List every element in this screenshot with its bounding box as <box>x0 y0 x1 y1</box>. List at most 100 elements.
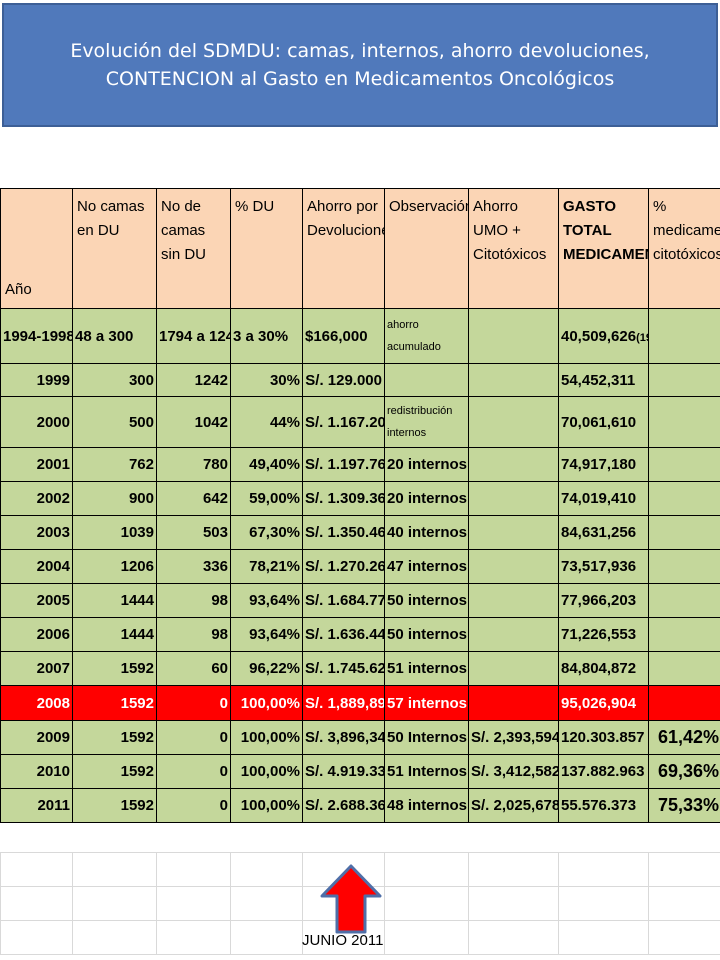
cell-observacion: 20 internos <box>384 481 469 516</box>
cell-ahorro: S/. 1.167.207 <box>302 396 385 448</box>
cell-pct-cito: 69,36% <box>648 754 720 789</box>
gasto-value: 40,509,626 <box>561 327 637 345</box>
cell-gasto: 73,517,936 <box>558 549 649 584</box>
cell-pct-du: 30% <box>230 363 303 397</box>
title-banner: Evolución del SDMDU: camas, internos, ah… <box>2 3 718 127</box>
cell-ahorro-umo <box>468 685 559 721</box>
cell-ahorro-umo <box>468 447 559 482</box>
table-row: 200176278049,40%S/. 1.197.76820 internos… <box>0 447 720 482</box>
cell-anio: 2006 <box>0 617 73 652</box>
cell-camas-sin-du: 98 <box>156 583 231 618</box>
cell-pct-cito <box>648 481 720 516</box>
cell-anio: 2004 <box>0 549 73 584</box>
gasto-value: 71,226,553 <box>561 626 637 643</box>
cell-gasto: 120.303.857 <box>558 720 649 755</box>
cell-pct-cito: 61,42% <box>648 720 720 755</box>
cell-ahorro-umo <box>468 651 559 686</box>
cell-pct-cito <box>648 685 720 721</box>
cell-camas-du: 900 <box>72 481 157 516</box>
cell-observacion: 47 internos <box>384 549 469 584</box>
cell-ahorro: S/. 1.684.774 <box>302 583 385 618</box>
cell-ahorro: S/. 4.919.336 <box>302 754 385 789</box>
header-camas-du: No camas en DU <box>72 188 157 309</box>
cell-pct-du: 67,30% <box>230 515 303 550</box>
cell-camas-sin-du: 0 <box>156 788 231 823</box>
gasto-value: 120.303.857 <box>561 729 645 746</box>
cell-ahorro-umo <box>468 396 559 448</box>
cell-camas-du: 1206 <box>72 549 157 584</box>
gasto-suffix: (1998) <box>636 331 647 344</box>
table-row: 201015920100,00%S/. 4.919.33651 Internos… <box>0 754 720 789</box>
cell-ahorro: S/. 1.309.369 <box>302 481 385 516</box>
gasto-value: 70,061,610 <box>561 413 637 431</box>
table-row: 200614449893,64%S/. 1.636.44250 internos… <box>0 617 720 652</box>
cell-anio: 1994-1998 <box>0 308 73 364</box>
title-line-2: CONTENCION al Gasto en Medicamentos Onco… <box>105 68 615 90</box>
cell-observacion: 40 internos <box>384 515 469 550</box>
cell-ahorro-umo <box>468 515 559 550</box>
cell-pct-du: 100,00% <box>230 685 303 721</box>
cell-anio: 2007 <box>0 651 73 686</box>
gasto-value: 54,452,311 <box>561 371 636 389</box>
cell-camas-sin-du: 780 <box>156 447 231 482</box>
cell-pct-cito <box>648 617 720 652</box>
cell-gasto: 77,966,203 <box>558 583 649 618</box>
cell-gasto: 54,452,311 <box>558 363 649 397</box>
cell-observacion: 51 Internos <box>384 754 469 789</box>
table-row: 2000500104244%S/. 1.167.207redistribució… <box>0 396 720 448</box>
up-arrow-icon <box>320 864 382 934</box>
cell-pct-du: 78,21% <box>230 549 303 584</box>
gasto-value: 95,026,904 <box>561 694 637 712</box>
cell-camas-du: 1444 <box>72 617 157 652</box>
header-anio: Año <box>0 188 73 309</box>
table-row: 1994-199848 a 3001794 a 12423 a 30%$166,… <box>0 308 720 364</box>
cell-camas-sin-du: 503 <box>156 515 231 550</box>
table-row: 200290064259,00%S/. 1.309.36920 internos… <box>0 481 720 516</box>
cell-pct-du: 100,00% <box>230 720 303 755</box>
gasto-value: 77,966,203 <box>561 592 637 609</box>
cell-camas-sin-du: 60 <box>156 651 231 686</box>
cell-anio: 2003 <box>0 515 73 550</box>
table-row: 200715926096,22%S/. 1.745.62351 internos… <box>0 651 720 686</box>
cell-ahorro: S/. 1.197.768 <box>302 447 385 482</box>
cell-pct-du: 100,00% <box>230 788 303 823</box>
cell-observacion: redistribución internos <box>384 396 469 448</box>
table-row: 1999 300 1242 30% S/. 129.000 54,452,311 <box>0 363 720 397</box>
cell-pct-du: 93,64% <box>230 617 303 652</box>
cell-camas-du: 300 <box>72 363 157 397</box>
cell-pct-cito <box>648 515 720 550</box>
cell-observacion: ahorro acumulado <box>384 308 469 364</box>
cell-observacion: 48 internos <box>384 788 469 823</box>
cell-observacion: 50 internos <box>384 617 469 652</box>
footer-date: JUNIO 2011 <box>302 932 384 949</box>
cell-camas-du: 762 <box>72 447 157 482</box>
cell-gasto: 55.576.373 <box>558 788 649 823</box>
cell-pct-du: 100,00% <box>230 754 303 789</box>
cell-camas-du: 1444 <box>72 583 157 618</box>
cell-observacion: 50 internos <box>384 583 469 618</box>
header-pct-du: % DU <box>230 188 303 309</box>
gasto-value: 55.576.373 <box>561 797 637 814</box>
cell-gasto: 70,061,610 <box>558 396 649 448</box>
cell-ahorro-umo <box>468 583 559 618</box>
title-line-1: Evolución del SDMDU: camas, internos, ah… <box>70 40 650 62</box>
cell-gasto: 71,226,553 <box>558 617 649 652</box>
cell-camas-sin-du: 0 <box>156 754 231 789</box>
cell-camas-sin-du: 1794 a 1242 <box>156 308 231 364</box>
cell-camas-sin-du: 98 <box>156 617 231 652</box>
cell-ahorro-umo: S/. 3,412,582 <box>468 754 559 789</box>
cell-anio: 2002 <box>0 481 73 516</box>
cell-camas-du: 500 <box>72 396 157 448</box>
cell-ahorro-umo <box>468 549 559 584</box>
cell-anio: 2009 <box>0 720 73 755</box>
cell-observacion: 57 internos <box>384 685 469 721</box>
cell-camas-sin-du: 0 <box>156 685 231 721</box>
cell-anio: 2010 <box>0 754 73 789</box>
table-row: 200915920100,00%S/. 3,896,34150 Internos… <box>0 720 720 755</box>
cell-camas-du: 1592 <box>72 788 157 823</box>
cell-ahorro: S/. 2.688.360 <box>302 788 385 823</box>
cell-pct-cito <box>648 363 720 397</box>
header-pct-cito: % medicamentos citotóxicos <box>648 188 720 309</box>
cell-camas-du: 1592 <box>72 685 157 721</box>
cell-camas-sin-du: 1042 <box>156 396 231 448</box>
